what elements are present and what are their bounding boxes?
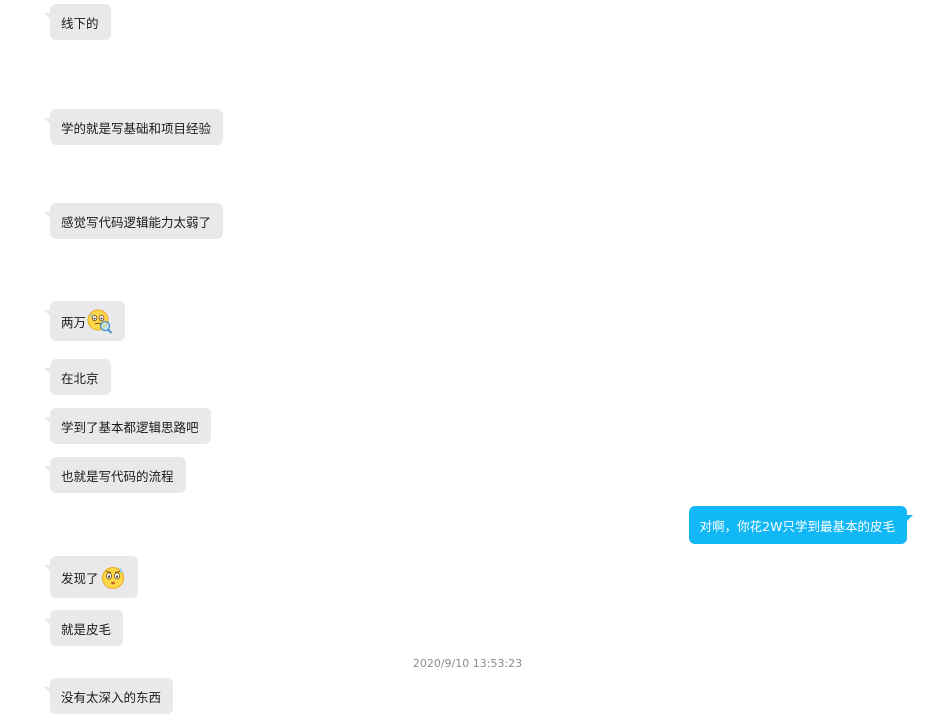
message-row-outgoing: 对啊，你花2W只学到最基本的皮毛: [688, 506, 914, 544]
message-bubble-incoming[interactable]: 在北京: [44, 359, 111, 395]
message-text: 线下的: [61, 15, 99, 31]
message-bubble-outgoing[interactable]: 对啊，你花2W只学到最基本的皮毛: [688, 506, 914, 544]
message-row-incoming: 感觉写代码逻辑能力太弱了: [43, 203, 224, 239]
message-bubble-incoming[interactable]: 也就是写代码的流程: [44, 457, 186, 493]
message-text: 发现了: [61, 570, 99, 586]
sweating-face-emoji-icon: [101, 567, 124, 589]
message-text: 学的就是写基础和项目经验: [61, 120, 212, 136]
message-bubble-incoming[interactable]: 学到了基本都逻辑思路吧: [44, 408, 211, 444]
message-text: 在北京: [61, 370, 99, 386]
message-text: 没有太深入的东西: [61, 689, 162, 705]
message-row-incoming: 也就是写代码的流程: [44, 457, 186, 493]
message-row-incoming: 没有太深入的东西: [43, 678, 174, 714]
message-row-incoming: 学到了基本都逻辑思路吧: [44, 408, 211, 444]
message-row-incoming: 线下的: [44, 4, 111, 40]
message-row-incoming: 学的就是写基础和项目经验: [43, 109, 224, 145]
message-text: 就是皮毛: [61, 621, 112, 637]
message-text: 对啊，你花2W只学到最基本的皮毛: [699, 518, 895, 534]
sweating-magnifier-emoji-icon: [87, 309, 113, 334]
message-timestamp: 2020/9/10 13:53:23: [412, 657, 523, 670]
message-bubble-incoming[interactable]: 感觉写代码逻辑能力太弱了: [43, 203, 224, 239]
message-text: 学到了基本都逻辑思路吧: [61, 419, 199, 435]
message-row-incoming: 就是皮毛: [43, 610, 124, 646]
message-row-incoming: 两万: [43, 301, 126, 341]
message-bubble-incoming[interactable]: 两万: [43, 301, 126, 341]
message-text: 感觉写代码逻辑能力太弱了: [61, 214, 212, 230]
message-bubble-incoming[interactable]: 就是皮毛: [43, 610, 124, 646]
message-text: 两万: [61, 314, 87, 330]
message-row-incoming: 在北京: [44, 359, 111, 395]
message-bubble-incoming[interactable]: 学的就是写基础和项目经验: [43, 109, 224, 145]
message-row-incoming: 发现了: [44, 556, 138, 598]
message-bubble-incoming[interactable]: 发现了: [44, 556, 138, 598]
message-bubble-incoming[interactable]: 没有太深入的东西: [43, 678, 174, 714]
message-text: 也就是写代码的流程: [61, 468, 174, 484]
chat-message-area: 线下的 学的就是写基础和项目经验 感觉写代码逻辑能力太弱了 两万 在北京 学到了…: [0, 0, 935, 714]
message-bubble-incoming[interactable]: 线下的: [44, 4, 111, 40]
